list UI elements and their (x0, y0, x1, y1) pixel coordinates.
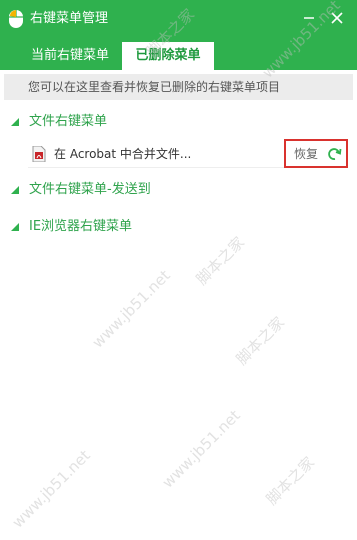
section-label: 文件右键菜单-发送到 (29, 182, 151, 197)
section-label: 文件右键菜单 (29, 114, 108, 129)
expand-triangle-icon (11, 118, 19, 126)
watermark-url: www.jb51.net (88, 266, 174, 352)
restore-arrow-icon (328, 148, 342, 160)
hint-text: 您可以在这里查看并恢复已删除的右键菜单项目 (4, 74, 353, 100)
watermark-url: www.jb51.net (158, 406, 244, 492)
title-bar: 右键菜单管理 (0, 0, 357, 38)
minimize-button[interactable] (297, 6, 321, 30)
restore-label: 恢复 (294, 147, 319, 161)
tab-bar: 当前右键菜单 已删除菜单 (0, 38, 357, 70)
section-file-context-menu[interactable]: 文件右键菜单 (0, 110, 357, 134)
tab-deleted-menu[interactable]: 已删除菜单 (122, 42, 214, 70)
acrobat-file-icon (32, 146, 46, 162)
close-button[interactable] (325, 6, 349, 30)
restore-button[interactable]: 恢复 (284, 139, 348, 168)
item-label: 在 Acrobat 中合并文件... (54, 147, 192, 161)
tab-current-menu[interactable]: 当前右键菜单 (18, 42, 122, 70)
watermark-url: www.jb51.net (8, 446, 94, 532)
section-ie-menu[interactable]: IE浏览器右键菜单 (0, 215, 357, 239)
window-title: 右键菜单管理 (30, 11, 109, 26)
watermark-text: 脚本之家 (232, 313, 288, 369)
minimize-icon (304, 17, 314, 19)
expand-triangle-icon (11, 223, 19, 231)
close-icon (331, 12, 343, 24)
mouse-icon (9, 10, 23, 28)
section-send-to-menu[interactable]: 文件右键菜单-发送到 (0, 178, 357, 202)
expand-triangle-icon (11, 186, 19, 194)
watermark-text: 脚本之家 (262, 453, 318, 509)
section-label: IE浏览器右键菜单 (29, 219, 133, 234)
watermark-text: 脚本之家 (192, 233, 248, 289)
